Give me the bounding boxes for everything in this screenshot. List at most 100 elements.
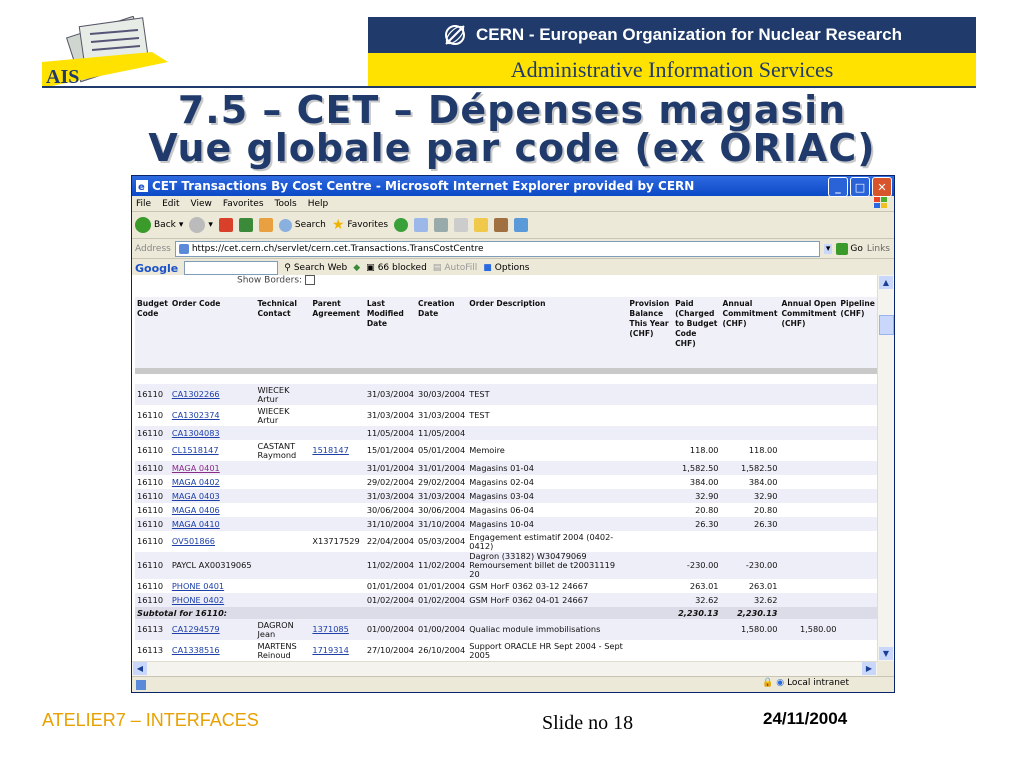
scroll-down-icon[interactable]: ▼ — [879, 647, 893, 660]
research-icon[interactable] — [494, 218, 509, 232]
vertical-scrollbar[interactable]: ▲ ▼ — [877, 275, 894, 661]
back-button[interactable]: Back ▾ — [135, 217, 183, 233]
options-button[interactable]: ■ Options — [483, 263, 529, 273]
menu-view[interactable]: View — [191, 199, 212, 209]
scroll-thumb[interactable] — [879, 315, 894, 335]
order-code-link[interactable]: MAGA 0403 — [172, 491, 220, 501]
messenger-icon[interactable] — [514, 218, 529, 232]
window-titlebar[interactable]: e CET Transactions By Cost Centre - Micr… — [132, 176, 894, 197]
folder-icon[interactable] — [474, 218, 489, 232]
google-logo[interactable]: Google — [135, 262, 178, 275]
column-header[interactable]: Annual Commitment (CHF) — [721, 297, 780, 371]
menu-help[interactable]: Help — [308, 199, 329, 209]
scroll-right-icon[interactable]: ▶ — [862, 662, 876, 675]
cell-open — [779, 426, 838, 440]
order-code-link[interactable]: OV501866 — [172, 536, 215, 546]
menu-file[interactable]: File — [136, 199, 151, 209]
column-header[interactable]: Provision Balance This Year (CHF) — [627, 297, 673, 371]
menu-edit[interactable]: Edit — [162, 199, 179, 209]
autofill-button[interactable]: ▤ AutoFill — [433, 263, 477, 273]
column-header[interactable]: Pipeline (CHF) — [838, 297, 877, 371]
cell-budget: 16110 — [137, 560, 164, 570]
order-code-link[interactable]: PHONE 0401 — [172, 581, 224, 591]
close-button[interactable]: ✕ — [872, 177, 892, 197]
cell-desc: TEST — [469, 389, 490, 399]
cell-budget: 16110 — [137, 518, 164, 529]
cell-paid: 32.90 — [695, 490, 719, 501]
stop-icon[interactable] — [218, 218, 233, 232]
favorites-button[interactable]: ★ Favorites — [332, 217, 388, 233]
show-borders-checkbox[interactable] — [304, 275, 315, 285]
cell-desc — [467, 426, 627, 440]
links-button[interactable]: Links — [867, 244, 890, 254]
column-header[interactable]: Order Description — [467, 297, 627, 371]
cell-pipeline — [838, 579, 877, 593]
cell-annual — [721, 640, 780, 661]
maximize-button[interactable]: □ — [850, 177, 870, 197]
scroll-left-icon[interactable]: ◀ — [133, 662, 147, 675]
cell-order: PHONE 0401 — [170, 579, 256, 593]
column-header[interactable]: Last Modified Date — [365, 297, 416, 371]
forward-button[interactable]: ▾ — [189, 217, 213, 233]
cell-annual — [721, 405, 780, 426]
service-banner: Administrative Information Services — [368, 53, 976, 87]
cell-budget: 16113 — [137, 624, 164, 634]
order-code-link[interactable]: MAGA 0406 — [172, 505, 220, 515]
table-row: 16110 MAGA 0403 31/03/2004 31/03/2004 Magasi… — [135, 489, 877, 503]
column-header[interactable]: Technical Contact — [256, 297, 311, 371]
column-header[interactable]: Annual Open Commitment (CHF) — [779, 297, 838, 371]
search-button[interactable]: Search — [278, 218, 326, 232]
cell-open — [779, 593, 838, 607]
order-code-link[interactable]: MAGA 0410 — [172, 519, 220, 529]
pagerank-icon[interactable]: ◆ — [353, 263, 360, 273]
cell-open — [779, 384, 838, 405]
parent-agreement-link[interactable]: 1719314 — [312, 645, 348, 655]
address-input[interactable]: https://cet.cern.ch/servlet/cern.cet.Tra… — [174, 240, 820, 257]
show-borders-toggle[interactable]: Show Borders: — [237, 275, 315, 286]
address-dropdown-icon[interactable]: ▾ — [823, 243, 833, 254]
table-row: 16110 PAYCL AX00319065 11/02/2004 11/02/200… — [135, 552, 877, 579]
edit-icon[interactable] — [454, 218, 469, 232]
column-header[interactable]: Order Code — [170, 297, 256, 371]
home-icon[interactable] — [258, 218, 273, 232]
cell-provision — [627, 475, 673, 489]
mail-icon[interactable] — [414, 218, 429, 232]
cell-pipeline — [838, 461, 877, 475]
order-code-link[interactable]: CA1302266 — [172, 389, 220, 399]
order-code-link[interactable]: CA1294579 — [172, 624, 220, 634]
order-code-link[interactable]: CL1518147 — [172, 445, 219, 455]
cell-modified: 22/04/2004 — [366, 536, 415, 546]
order-code-link[interactable]: MAGA 0402 — [172, 477, 220, 487]
menu-tools[interactable]: Tools — [275, 199, 297, 209]
cell-parent — [310, 461, 364, 475]
cell-budget: 16110 — [137, 427, 164, 438]
popup-blocker-button[interactable]: ▣ 66 blocked — [366, 263, 427, 273]
standard-toolbar: Back ▾ ▾ Search ★ Favorites — [132, 212, 894, 239]
menu-favorites[interactable]: Favorites — [223, 199, 264, 209]
column-header[interactable]: Creation Date — [416, 297, 467, 371]
minimize-button[interactable]: _ — [828, 177, 848, 197]
order-code-link[interactable]: CA1338516 — [172, 645, 220, 655]
column-header[interactable]: Budget Code — [135, 297, 170, 371]
cell-order: MAGA 0402 — [170, 475, 256, 489]
print-icon[interactable] — [434, 218, 449, 232]
cell-modified: 27/10/2004 — [366, 645, 415, 655]
column-header[interactable]: Parent Agreement — [310, 297, 364, 371]
horizontal-scrollbar[interactable]: ◀ ▶ — [132, 661, 877, 676]
cell-created: 31/10/2004 — [418, 518, 466, 529]
scroll-up-icon[interactable]: ▲ — [879, 276, 893, 289]
parent-agreement-link[interactable]: 1371085 — [312, 624, 348, 634]
column-header[interactable]: Paid (Charged to Budget Code CHF) — [673, 297, 720, 371]
search-web-button[interactable]: ⚲ Search Web — [284, 263, 347, 273]
google-search-input[interactable] — [184, 261, 279, 275]
refresh-icon[interactable] — [238, 218, 253, 232]
order-code-link[interactable]: CA1304083 — [172, 428, 220, 438]
parent-agreement-link[interactable]: 1518147 — [312, 445, 348, 455]
order-code-link[interactable]: MAGA 0401 — [172, 463, 220, 473]
security-zone: 🔒 ◉ Local intranet — [762, 678, 849, 688]
order-code-link[interactable]: PHONE 0402 — [172, 595, 224, 605]
go-button[interactable]: Go — [836, 242, 863, 255]
history-icon[interactable] — [394, 218, 409, 232]
order-code-link[interactable]: CA1302374 — [172, 410, 220, 420]
cell-provision — [627, 593, 673, 607]
